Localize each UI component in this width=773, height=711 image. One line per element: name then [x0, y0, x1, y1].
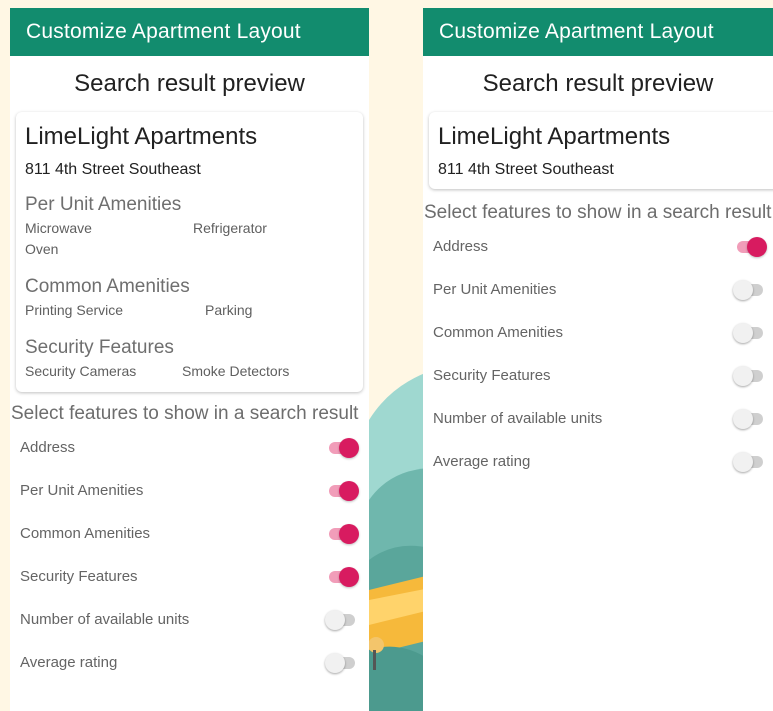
- amenity-item: Printing Service: [25, 302, 124, 318]
- feature-toggle-list: Address Per Unit Amenities Common Amenit…: [10, 426, 369, 684]
- security-features-heading: Security Features: [25, 337, 174, 358]
- phone-screen-left: Customize Apartment Layout Search result…: [10, 8, 369, 711]
- toggle-label: Average rating: [433, 453, 531, 470]
- amenity-item: Microwave: [25, 220, 92, 236]
- features-label: Select features to show in a search resu…: [11, 403, 359, 424]
- common-amenities-section: Common Amenities Printing Service Parkin…: [25, 276, 353, 321]
- common-amenities-switch[interactable]: [327, 523, 359, 544]
- preview-heading: Search result preview: [74, 70, 305, 97]
- listing-preview-card: LimeLight Apartments 811 4th Street Sout…: [429, 112, 773, 189]
- toggle-row-common-amenities[interactable]: Common Amenities: [10, 512, 369, 555]
- amenity-item: Refrigerator: [193, 220, 267, 236]
- common-amenities-heading: Common Amenities: [25, 276, 190, 297]
- available-units-switch[interactable]: [733, 408, 765, 429]
- toggle-label: Address: [20, 439, 76, 456]
- toggle-row-available-units[interactable]: Number of available units: [423, 397, 773, 440]
- per-unit-amenities-switch[interactable]: [327, 480, 359, 501]
- amenity-item: Smoke Detectors: [182, 363, 290, 379]
- address-switch[interactable]: [735, 236, 767, 257]
- listing-name: LimeLight Apartments: [438, 123, 671, 150]
- security-features-section: Security Features Security Cameras Smoke…: [25, 337, 353, 382]
- per-unit-amenities-switch[interactable]: [733, 279, 765, 300]
- toggle-label: Address: [433, 238, 489, 255]
- amenity-item: Security Cameras: [25, 363, 137, 379]
- address-switch[interactable]: [327, 437, 359, 458]
- app-bar-title: Customize Apartment Layout: [26, 20, 301, 43]
- listing-address: 811 4th Street Southeast: [25, 161, 201, 178]
- listing-address: 811 4th Street Southeast: [438, 161, 614, 178]
- toggle-label: Security Features: [433, 367, 551, 384]
- preview-heading: Search result preview: [482, 70, 714, 97]
- toggle-row-per-unit-amenities[interactable]: Per Unit Amenities: [423, 268, 773, 311]
- features-label: Select features to show in a search resu…: [424, 202, 772, 223]
- app-bar: Customize Apartment Layout: [423, 8, 773, 56]
- available-units-switch[interactable]: [325, 609, 357, 630]
- toggle-row-available-units[interactable]: Number of available units: [10, 598, 369, 641]
- toggle-row-address[interactable]: Address: [423, 225, 773, 268]
- amenity-item: Oven: [25, 241, 59, 257]
- toggle-label: Common Amenities: [20, 525, 151, 542]
- toggle-row-security-features[interactable]: Security Features: [10, 555, 369, 598]
- toggle-row-average-rating[interactable]: Average rating: [10, 641, 369, 684]
- toggle-label: Per Unit Amenities: [433, 281, 557, 298]
- toggle-label: Average rating: [20, 654, 118, 671]
- toggle-label: Number of available units: [433, 410, 603, 427]
- toggle-row-per-unit-amenities[interactable]: Per Unit Amenities: [10, 469, 369, 512]
- per-unit-amenities-section: Per Unit Amenities Microwave Refrigerato…: [25, 194, 353, 260]
- phone-screen-right: Customize Apartment Layout Search result…: [423, 8, 773, 711]
- common-amenities-switch[interactable]: [733, 322, 765, 343]
- feature-toggle-list: Address Per Unit Amenities Common Amenit…: [423, 225, 773, 483]
- average-rating-switch[interactable]: [325, 652, 357, 673]
- security-features-switch[interactable]: [327, 566, 359, 587]
- app-bar: Customize Apartment Layout: [10, 8, 369, 56]
- toggle-label: Number of available units: [20, 611, 190, 628]
- listing-name: LimeLight Apartments: [25, 123, 258, 150]
- amenity-item: Parking: [205, 302, 253, 318]
- per-unit-amenities-heading: Per Unit Amenities: [25, 194, 182, 215]
- average-rating-switch[interactable]: [733, 451, 765, 472]
- app-bar-title: Customize Apartment Layout: [439, 20, 714, 43]
- security-features-switch[interactable]: [733, 365, 765, 386]
- toggle-row-security-features[interactable]: Security Features: [423, 354, 773, 397]
- toggle-label: Per Unit Amenities: [20, 482, 144, 499]
- toggle-label: Common Amenities: [433, 324, 564, 341]
- toggle-row-average-rating[interactable]: Average rating: [423, 440, 773, 483]
- toggle-row-common-amenities[interactable]: Common Amenities: [423, 311, 773, 354]
- toggle-row-address[interactable]: Address: [10, 426, 369, 469]
- toggle-label: Security Features: [20, 568, 138, 585]
- listing-preview-card: LimeLight Apartments 811 4th Street Sout…: [16, 112, 363, 392]
